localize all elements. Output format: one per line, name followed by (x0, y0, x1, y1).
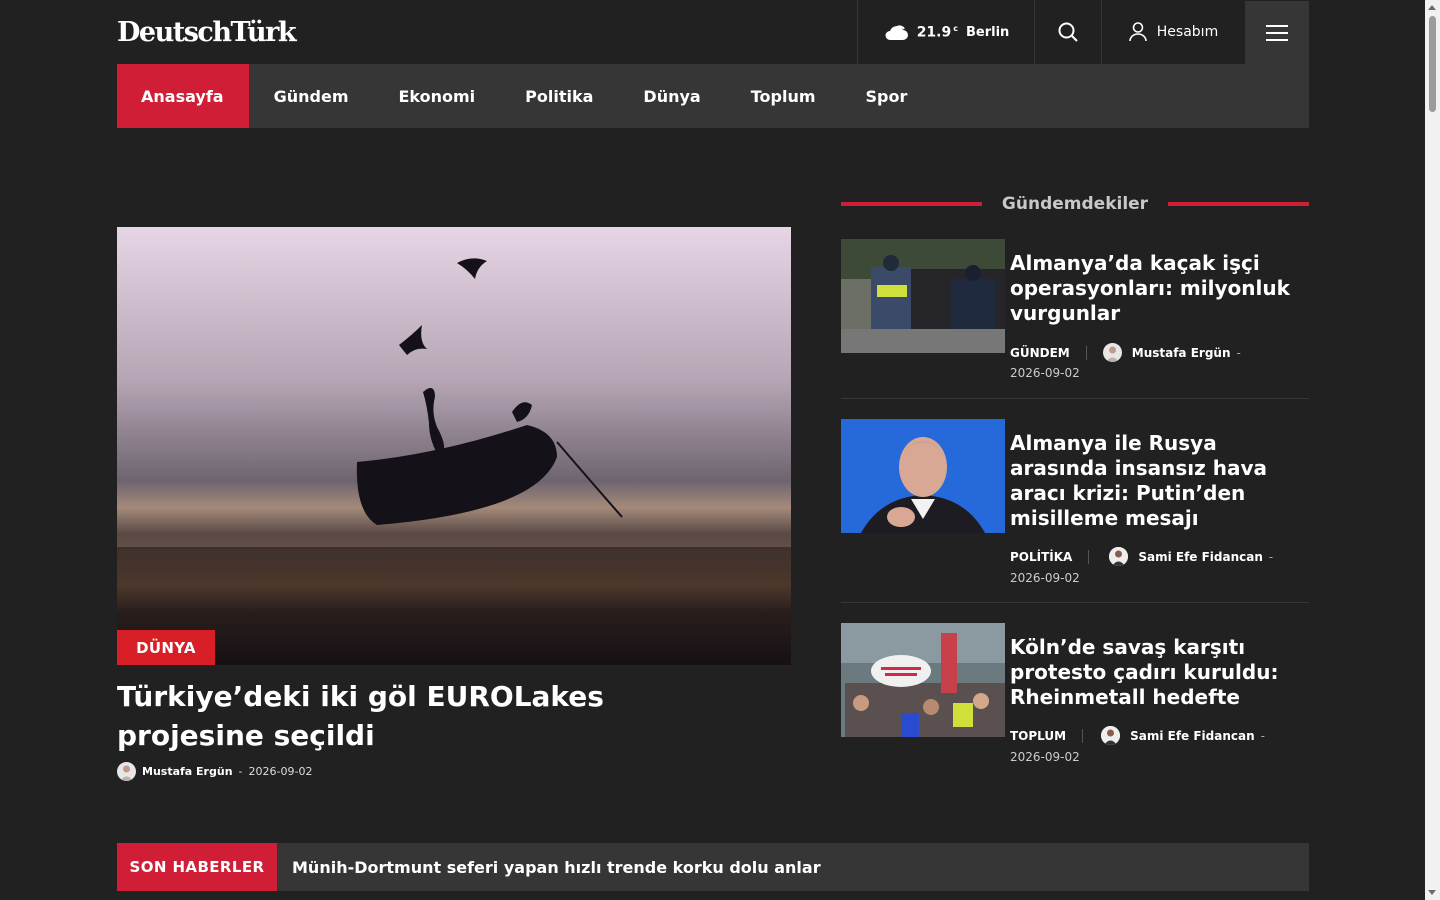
hero-meta: Mustafa Ergün - 2026-09-02 (117, 762, 312, 781)
meta-dash: - (1260, 728, 1266, 743)
weather-unit: c (953, 23, 958, 33)
author-avatar (1101, 726, 1121, 745)
news-card[interactable]: Köln’de savaş karşıtı protesto çadırı ku… (841, 623, 1309, 773)
breaking-news-ticker: SON HABERLER Münih-Dortmunt seferi yapan… (117, 843, 1309, 891)
news-author[interactable]: Sami Efe Fidancan (1138, 550, 1263, 564)
sidebar-heading-text: Gündemdekiler (1001, 194, 1149, 214)
news-card[interactable]: Almanya’da kaçak işçi operasyonları: mil… (841, 239, 1309, 399)
hero-category-badge[interactable]: DÜNYA (117, 630, 215, 665)
meta-dash: - (1236, 345, 1241, 360)
nav-item-ekonomi[interactable]: Ekonomi (373, 64, 500, 128)
ticker-label: SON HABERLER (117, 843, 277, 891)
hero-author[interactable]: Mustafa Ergün (142, 765, 233, 778)
account-label: Hesabım (1156, 24, 1219, 40)
meta-dash: - (1268, 549, 1274, 564)
heading-line-right (1168, 202, 1309, 206)
news-thumbnail[interactable] (841, 623, 1005, 737)
hero-date-separator: - (238, 765, 243, 778)
hero-image[interactable] (117, 227, 791, 665)
search-button[interactable] (1034, 0, 1101, 64)
author-avatar (1102, 343, 1122, 362)
news-title[interactable]: Almanya’da kaçak işçi operasyonları: mil… (1010, 251, 1305, 326)
author-avatar (117, 762, 136, 781)
search-icon (1058, 22, 1078, 42)
news-meta: TOPLUM Sami Efe Fidancan - (1010, 726, 1265, 745)
ticker-headline[interactable]: Münih-Dortmunt seferi yapan hızlı trende… (292, 858, 821, 877)
hero-photo (117, 227, 791, 665)
news-date: 2026-09-02 (1010, 366, 1080, 380)
nav-item-gundem[interactable]: Gündem (249, 64, 374, 128)
news-category[interactable]: TOPLUM (1010, 728, 1084, 743)
scroll-down-arrow[interactable] (1428, 890, 1436, 895)
site-logo[interactable]: DeutschTürk (117, 0, 857, 64)
cloud-icon (885, 25, 908, 40)
news-title[interactable]: Köln’de savaş karşıtı protesto çadırı ku… (1010, 635, 1305, 710)
card-divider (841, 398, 1309, 399)
scrollbar-thumb[interactable] (1429, 16, 1436, 112)
hero-date: 2026-09-02 (248, 765, 313, 778)
nav-item-anasayfa[interactable]: Anasayfa (117, 64, 249, 128)
header-actions: 21.9 c Berlin Hesabım (857, 0, 1309, 64)
author-avatar (1109, 547, 1129, 566)
news-meta: POLİTİKA Sami Efe Fidancan - (1010, 547, 1273, 566)
weather-city: Berlin (965, 24, 1010, 40)
weather-widget[interactable]: 21.9 c Berlin (857, 0, 1034, 64)
news-title[interactable]: Almanya ile Rusya arasında insansız hava… (1010, 431, 1305, 531)
news-thumbnail[interactable] (841, 239, 1005, 353)
news-author[interactable]: Sami Efe Fidancan (1130, 729, 1255, 743)
page-scrollbar[interactable] (1425, 0, 1440, 900)
user-icon (1128, 22, 1147, 42)
sidebar-heading: Gündemdekiler (841, 192, 1309, 216)
nav-item-politika[interactable]: Politika (500, 64, 618, 128)
news-category[interactable]: POLİTİKA (1010, 549, 1090, 564)
card-divider (841, 602, 1309, 603)
main-nav: Anasayfa Gündem Ekonomi Politika Dünya T… (117, 64, 1309, 128)
hero-title[interactable]: Türkiye’deki iki göl EUROLakes projesine… (117, 677, 757, 755)
heading-line-left (841, 202, 982, 206)
news-category[interactable]: GÜNDEM (1010, 345, 1087, 360)
news-meta: GÜNDEM Mustafa Ergün - (1010, 343, 1241, 362)
weather-temperature: 21.9 c (916, 23, 958, 41)
menu-icon (1266, 24, 1288, 41)
news-date: 2026-09-02 (1010, 571, 1080, 585)
site-header: DeutschTürk 21.9 c Berlin Hesabım (117, 0, 1309, 64)
news-author[interactable]: Mustafa Ergün (1132, 346, 1231, 360)
scroll-up-arrow[interactable] (1428, 5, 1436, 10)
news-card[interactable]: Almanya ile Rusya arasında insansız hava… (841, 419, 1309, 603)
nav-item-dunya[interactable]: Dünya (618, 64, 725, 128)
news-thumbnail[interactable] (841, 419, 1005, 533)
nav-item-toplum[interactable]: Toplum (726, 64, 841, 128)
news-date: 2026-09-02 (1010, 750, 1080, 764)
account-button[interactable]: Hesabım (1101, 0, 1245, 64)
nav-item-spor[interactable]: Spor (841, 64, 933, 128)
hamburger-menu-button[interactable] (1245, 1, 1309, 64)
